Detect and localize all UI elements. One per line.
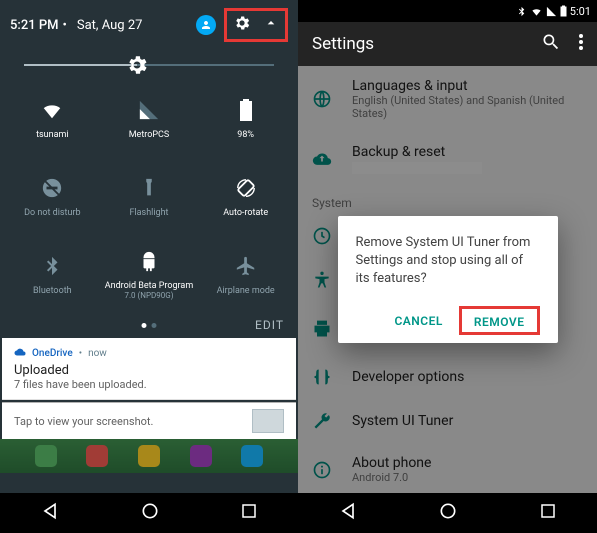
appbar-title: Settings — [312, 34, 541, 54]
tile-bluetooth[interactable]: Bluetooth — [4, 236, 101, 314]
tile-wifi[interactable]: tsunami — [4, 80, 101, 158]
user-avatar-icon[interactable] — [196, 15, 216, 35]
tile-label: Flashlight — [129, 208, 168, 218]
tile-label: Auto-rotate — [223, 208, 268, 218]
notif-time: now — [88, 348, 107, 359]
tile-label: Bluetooth — [33, 286, 72, 296]
tile-cellular[interactable]: MetroPCS — [101, 80, 198, 158]
clock-date: Sat, Aug 27 — [77, 18, 143, 33]
android-icon — [138, 250, 160, 275]
quicksettings-tiles: tsunami MetroPCS 98% Do not disturb Flas… — [0, 76, 298, 314]
page-dot[interactable] — [142, 323, 147, 328]
edit-button[interactable]: EDIT — [255, 318, 284, 332]
wifi-icon — [530, 6, 543, 17]
back-icon[interactable] — [338, 501, 358, 525]
navbar — [0, 493, 298, 533]
tile-dnd[interactable]: Do not disturb — [4, 158, 101, 236]
navbar — [298, 493, 597, 533]
tile-rotate[interactable]: Auto-rotate — [197, 158, 294, 236]
appbar: Settings — [298, 22, 597, 66]
statusbar: 5:01 — [298, 0, 597, 22]
home-icon[interactable] — [140, 501, 160, 525]
flashlight-icon — [138, 177, 160, 202]
dnd-icon — [41, 177, 63, 202]
left-phone: 5:21 PM • Sat, Aug 27 tsunami MetroPCS 9… — [0, 0, 298, 533]
rotate-icon — [235, 177, 257, 202]
recents-icon[interactable] — [240, 502, 258, 524]
tile-sublabel: 7.0 (NPD90G) — [124, 291, 173, 300]
highlight-remove: REMOVE — [459, 306, 540, 335]
notification-screenshot[interactable]: Tap to view your screenshot. — [2, 402, 296, 439]
tile-battery[interactable]: 98% — [197, 80, 294, 158]
cloud-icon — [14, 346, 26, 361]
tile-label: tsunami — [36, 130, 69, 140]
bluetooth-icon — [41, 255, 63, 280]
homescreen-peek — [0, 439, 298, 473]
screenshot-thumb-icon — [252, 409, 284, 433]
signal-icon — [546, 6, 557, 17]
cancel-button[interactable]: CANCEL — [386, 308, 450, 334]
remove-button[interactable]: REMOVE — [466, 309, 533, 335]
tile-label: 98% — [237, 130, 254, 140]
back-icon[interactable] — [40, 501, 60, 525]
bluetooth-icon — [516, 6, 527, 17]
tile-beta[interactable]: Android Beta Program7.0 (NPD90G) — [101, 236, 198, 314]
gear-icon[interactable] — [233, 14, 251, 36]
battery-icon — [239, 99, 253, 124]
notif-title: Uploaded — [14, 363, 284, 378]
airplane-icon — [235, 255, 257, 280]
dialog: Remove System UI Tuner from Settings and… — [338, 216, 558, 344]
recents-icon[interactable] — [539, 502, 557, 524]
battery-icon — [560, 5, 567, 17]
settings-list[interactable]: Languages & inputEnglish (United States)… — [298, 66, 597, 493]
quicksettings-header: 5:21 PM • Sat, Aug 27 — [0, 0, 298, 50]
signal-icon — [138, 99, 160, 124]
notification-onedrive[interactable]: OneDrive•now Uploaded 7 files have been … — [2, 338, 296, 400]
dialog-scrim[interactable]: Remove System UI Tuner from Settings and… — [298, 66, 597, 493]
dialog-message: Remove System UI Tuner from Settings and… — [356, 234, 540, 289]
tile-label: MetroPCS — [129, 130, 170, 140]
search-icon[interactable] — [541, 32, 561, 57]
right-phone: 5:01 Settings Languages & inputEnglish (… — [298, 0, 597, 533]
tile-label: Do not disturb — [24, 208, 80, 218]
tile-label: Airplane mode — [217, 286, 275, 296]
highlight-settings-caret — [224, 8, 288, 42]
brightness-slider[interactable] — [0, 50, 298, 76]
pager-row: EDIT — [0, 314, 298, 338]
page-dot[interactable] — [152, 323, 157, 328]
tile-airplane[interactable]: Airplane mode — [197, 236, 294, 314]
tile-flashlight[interactable]: Flashlight — [101, 158, 198, 236]
more-icon[interactable] — [579, 34, 583, 55]
home-icon[interactable] — [438, 501, 458, 525]
tile-label: Android Beta Program — [105, 281, 193, 291]
notif-body: Tap to view your screenshot. — [14, 415, 153, 428]
notif-body: 7 files have been uploaded. — [14, 378, 284, 391]
clock-time: 5:21 PM — [10, 18, 59, 33]
chevron-up-icon[interactable] — [263, 15, 279, 35]
status-time: 5:01 — [570, 5, 591, 18]
notif-app: OneDrive — [32, 348, 73, 359]
wifi-icon — [41, 99, 63, 124]
